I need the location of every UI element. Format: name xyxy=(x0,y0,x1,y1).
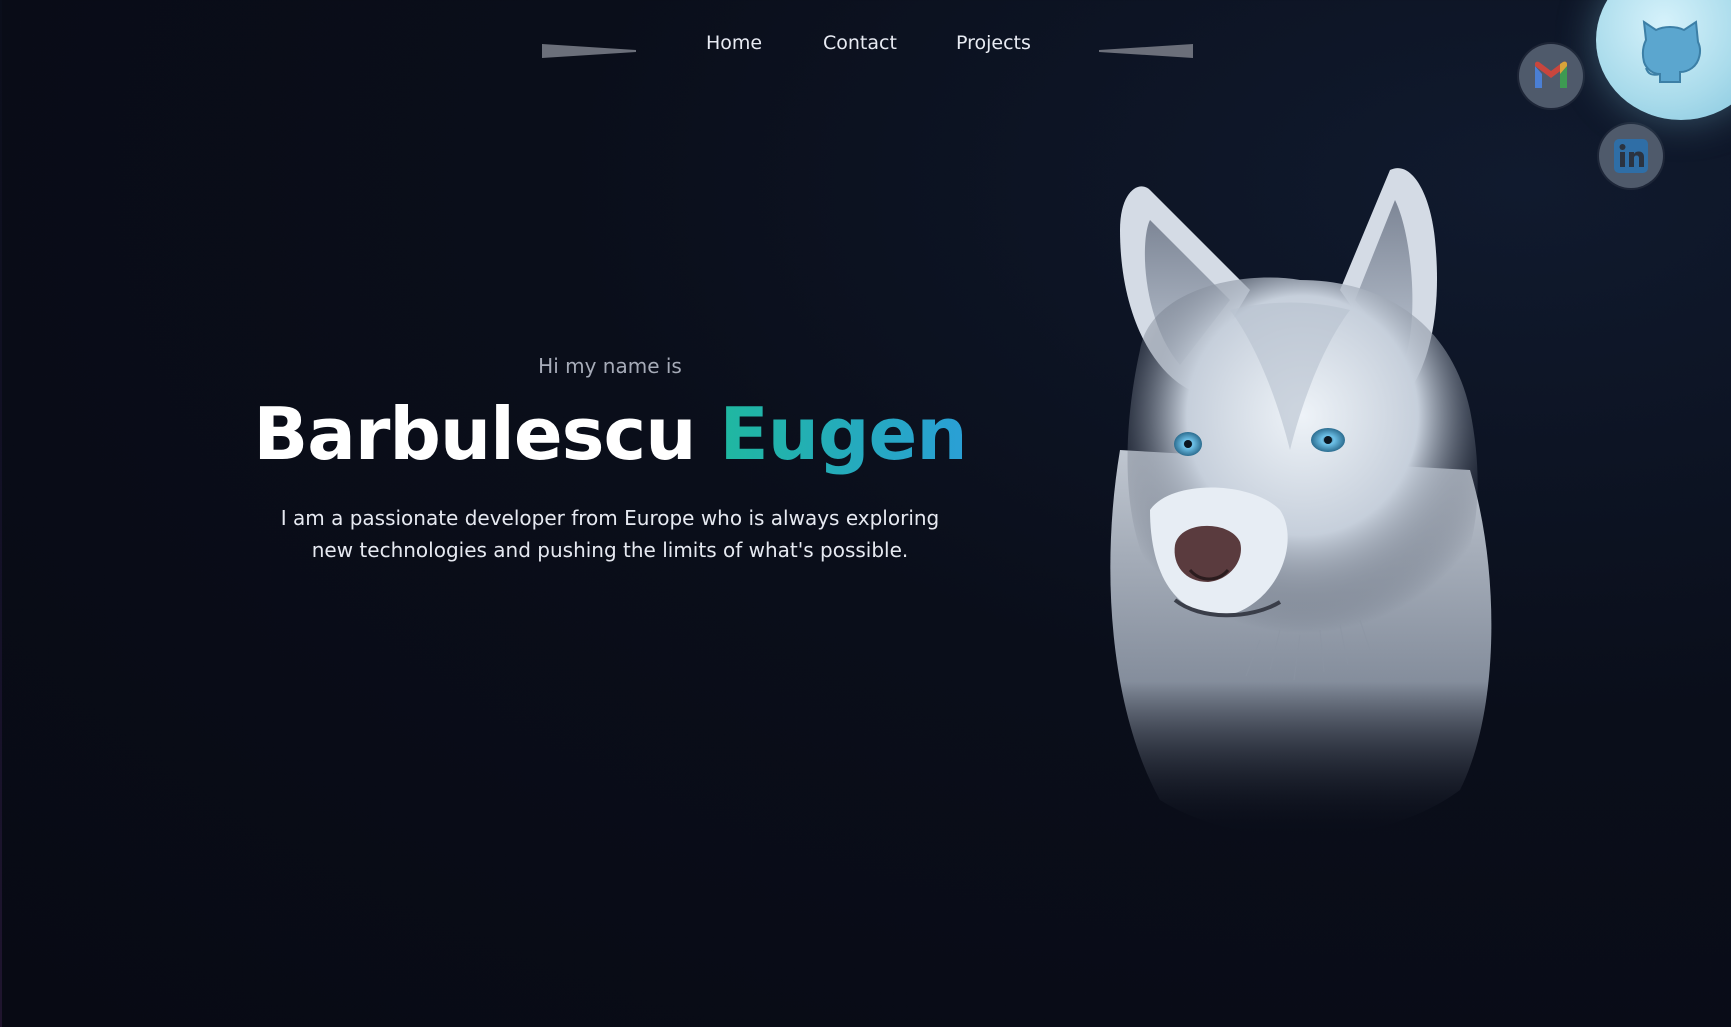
nav-decoration-left xyxy=(542,44,636,58)
nav-contact-link[interactable]: Contact xyxy=(823,32,897,54)
left-edge-line xyxy=(0,0,2,1027)
github-icon[interactable] xyxy=(1634,8,1706,84)
linkedin-icon xyxy=(1614,139,1648,173)
tagline-line-1: I am a passionate developer from Europe … xyxy=(280,506,940,530)
hero-last-name: Eugen xyxy=(719,392,968,476)
main-nav: Home Contact Projects xyxy=(540,26,1195,66)
nav-home-link[interactable]: Home xyxy=(706,32,762,54)
nav-projects-link[interactable]: Projects xyxy=(956,32,1031,54)
gmail-icon xyxy=(1535,61,1567,88)
hero-tagline: I am a passionate developer from Europe … xyxy=(250,502,970,566)
hero-first-name: Barbulescu xyxy=(253,392,696,476)
tagline-line-2: new technologies and pushing the limits … xyxy=(311,538,909,562)
linkedin-button[interactable] xyxy=(1599,124,1663,188)
husky-image xyxy=(1110,168,1492,837)
hero-greeting: Hi my name is xyxy=(538,354,682,378)
gmail-button[interactable] xyxy=(1519,44,1583,108)
hero-name: Barbulescu Eugen xyxy=(230,392,990,476)
nav-decoration-right xyxy=(1099,44,1193,58)
